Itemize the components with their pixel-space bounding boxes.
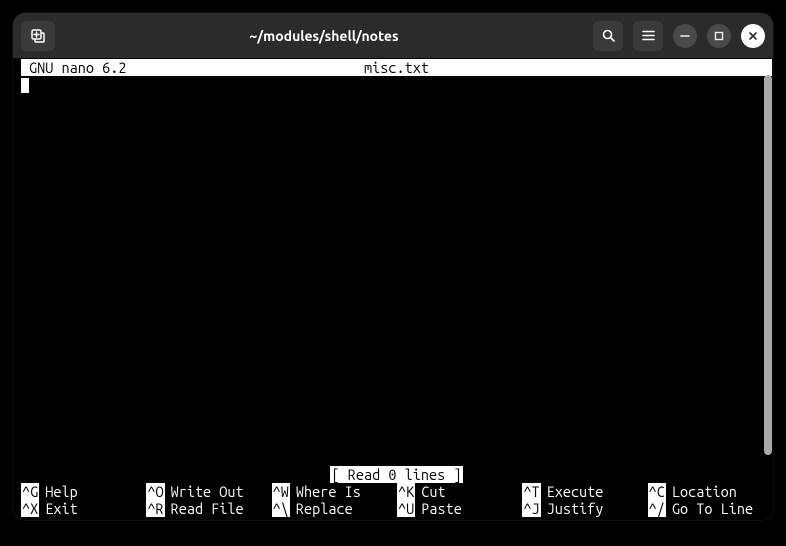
shortcut-location: ^C Location <box>648 483 772 500</box>
terminal-window: ~/modules/shell/notes GNU nano 6.2 misc.… <box>13 13 773 520</box>
shortcut-label: Read File <box>171 500 244 517</box>
maximize-button[interactable] <box>707 24 731 48</box>
nano-statusbar: [ Read 0 lines ] <box>21 466 772 483</box>
shortcut-label: Go To Line <box>672 500 753 517</box>
window-controls <box>593 21 765 51</box>
shortcut-label: Replace <box>296 500 353 517</box>
shortcut-paste: ^U Paste <box>397 500 521 517</box>
nano-filename: misc.txt <box>364 59 429 76</box>
terminal-content[interactable]: GNU nano 6.2 misc.txt [ Read 0 lines ] ^… <box>13 58 773 520</box>
shortcut-key: ^C <box>648 483 666 500</box>
minimize-button[interactable] <box>673 24 697 48</box>
maximize-icon <box>714 31 724 41</box>
nano-status-message: [ Read 0 lines ] <box>330 466 464 483</box>
shortcut-key: ^X <box>21 500 39 517</box>
shortcut-key: ^W <box>272 483 290 500</box>
menu-button[interactable] <box>633 21 663 51</box>
minimize-icon <box>680 31 690 41</box>
shortcut-write-out: ^O Write Out <box>146 483 270 500</box>
shortcut-help: ^G Help <box>21 483 145 500</box>
shortcut-key: ^G <box>21 483 39 500</box>
shortcut-key: ^U <box>397 500 415 517</box>
shortcut-read-file: ^R Read File <box>146 500 270 517</box>
shortcut-go-to-line: ^/ Go To Line <box>648 500 772 517</box>
shortcut-label: Paste <box>421 500 462 517</box>
new-tab-icon <box>30 28 46 44</box>
shortcut-replace: ^\ Replace <box>272 500 396 517</box>
shortcut-key: ^R <box>146 500 164 517</box>
shortcut-label: Write Out <box>171 483 244 500</box>
shortcut-key: ^/ <box>648 500 666 517</box>
nano-app-name: GNU nano 6.2 <box>21 59 126 76</box>
nano-editor-area[interactable] <box>21 76 772 466</box>
search-icon <box>601 28 616 43</box>
titlebar: ~/modules/shell/notes <box>13 13 773 58</box>
hamburger-icon <box>641 28 656 43</box>
shortcut-label: Help <box>45 483 77 500</box>
shortcut-key: ^T <box>522 483 540 500</box>
close-button[interactable] <box>741 24 765 48</box>
shortcut-execute: ^T Execute <box>522 483 646 500</box>
shortcut-label: Justify <box>547 500 604 517</box>
shortcut-key: ^O <box>146 483 164 500</box>
shortcut-key: ^K <box>397 483 415 500</box>
shortcut-label: Location <box>672 483 737 500</box>
shortcut-label: Exit <box>45 500 77 517</box>
shortcut-exit: ^X Exit <box>21 500 145 517</box>
shortcut-key: ^\ <box>272 500 290 517</box>
new-tab-button[interactable] <box>21 21 55 51</box>
shortcut-label: Cut <box>421 483 445 500</box>
shortcut-cut: ^K Cut <box>397 483 521 500</box>
nano-shortcuts: ^G Help ^X Exit ^O Write Out ^R Read File ^W… <box>21 483 772 517</box>
text-cursor <box>21 78 29 93</box>
shortcut-label: Where Is <box>296 483 361 500</box>
close-icon <box>748 31 758 41</box>
shortcut-key: ^J <box>522 500 540 517</box>
shortcut-justify: ^J Justify <box>522 500 646 517</box>
nano-titlebar: GNU nano 6.2 misc.txt <box>21 59 772 76</box>
shortcut-label: Execute <box>547 483 604 500</box>
shortcut-where-is: ^W Where Is <box>272 483 396 500</box>
scrollbar[interactable] <box>764 75 772 455</box>
window-title: ~/modules/shell/notes <box>63 28 585 44</box>
search-button[interactable] <box>593 21 623 51</box>
